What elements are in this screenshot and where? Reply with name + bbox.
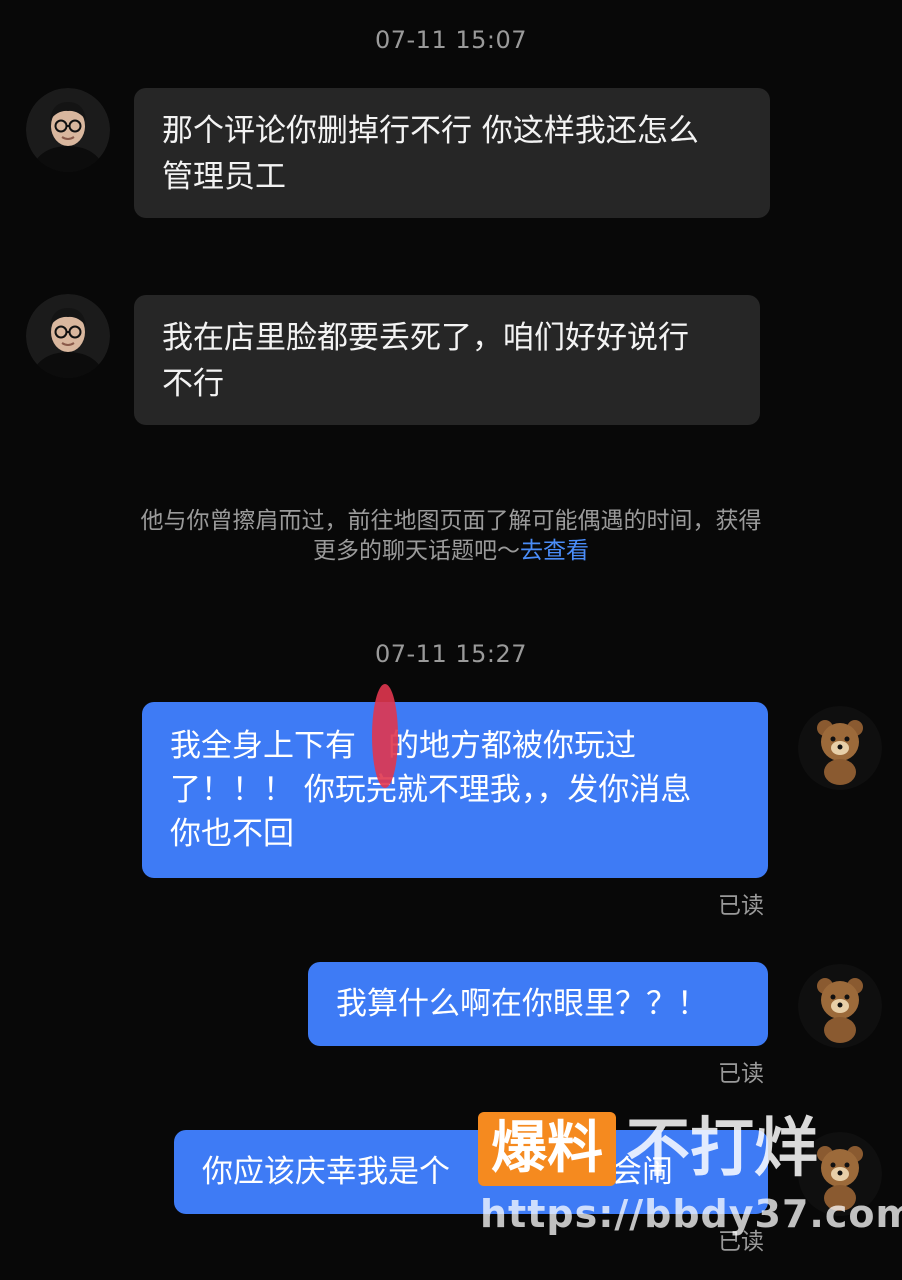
message-line: 我算什么啊在你眼里？？！ [336,986,708,1022]
message-line: 那个评论你删掉行不行 你这样我还怎么 [162,113,699,149]
message-line: 我全身上下有 [170,728,356,764]
message-line: 我在店里脸都要丢死了，咱们好好说行 [162,320,689,356]
red-redaction-mark [372,684,398,788]
message-line: 了！！！ 你玩完就不理我，，发你消息 [170,772,692,808]
notice-text: 他与你曾擦肩而过，前往地图页面了解可能偶遇的时间，获得 [140,508,762,534]
watermark-url: https://bbdy37.com [480,1192,902,1236]
outgoing-message-bubble[interactable]: 我算什么啊在你眼里？？！ [308,962,768,1046]
timestamp: 07-11 15:27 [374,640,528,668]
contact-avatar-icon[interactable] [26,294,110,378]
incoming-message-bubble[interactable]: 我在店里脸都要丢死了，咱们好好说行 不行 [134,295,760,425]
read-status: 已读 [718,1061,764,1087]
view-link[interactable]: 去查看 [520,538,589,564]
message-line: 管理员工 [162,159,286,195]
message-line: 你也不回 [170,816,294,852]
contact-avatar-icon[interactable] [26,88,110,172]
message-line: 不行 [162,366,224,402]
notice-text: 更多的聊天话题吧～ [313,538,520,564]
teddy-bear-avatar-icon[interactable] [798,706,882,790]
message-line: 的地方都被你玩过 [388,728,636,764]
outgoing-message-bubble[interactable]: 我全身上下有 的地方都被你玩过 了！！！ 你玩完就不理我，，发你消息 你也不回 [142,702,768,878]
encounter-notice: 他与你曾擦肩而过，前往地图页面了解可能偶遇的时间，获得 更多的聊天话题吧～去查看 [90,506,812,566]
watermark-brand: 不打烊 [626,1112,818,1186]
watermark-badge: 爆料 [478,1112,616,1186]
teddy-bear-avatar-icon[interactable] [798,964,882,1048]
read-status: 已读 [718,893,764,919]
timestamp: 07-11 15:07 [374,26,528,54]
incoming-message-bubble[interactable]: 那个评论你删掉行不行 你这样我还怎么 管理员工 [134,88,770,218]
watermark: 爆料 不打烊 https://bbdy37.com [478,1112,902,1262]
message-line: 你应该庆幸我是个 [202,1154,450,1190]
